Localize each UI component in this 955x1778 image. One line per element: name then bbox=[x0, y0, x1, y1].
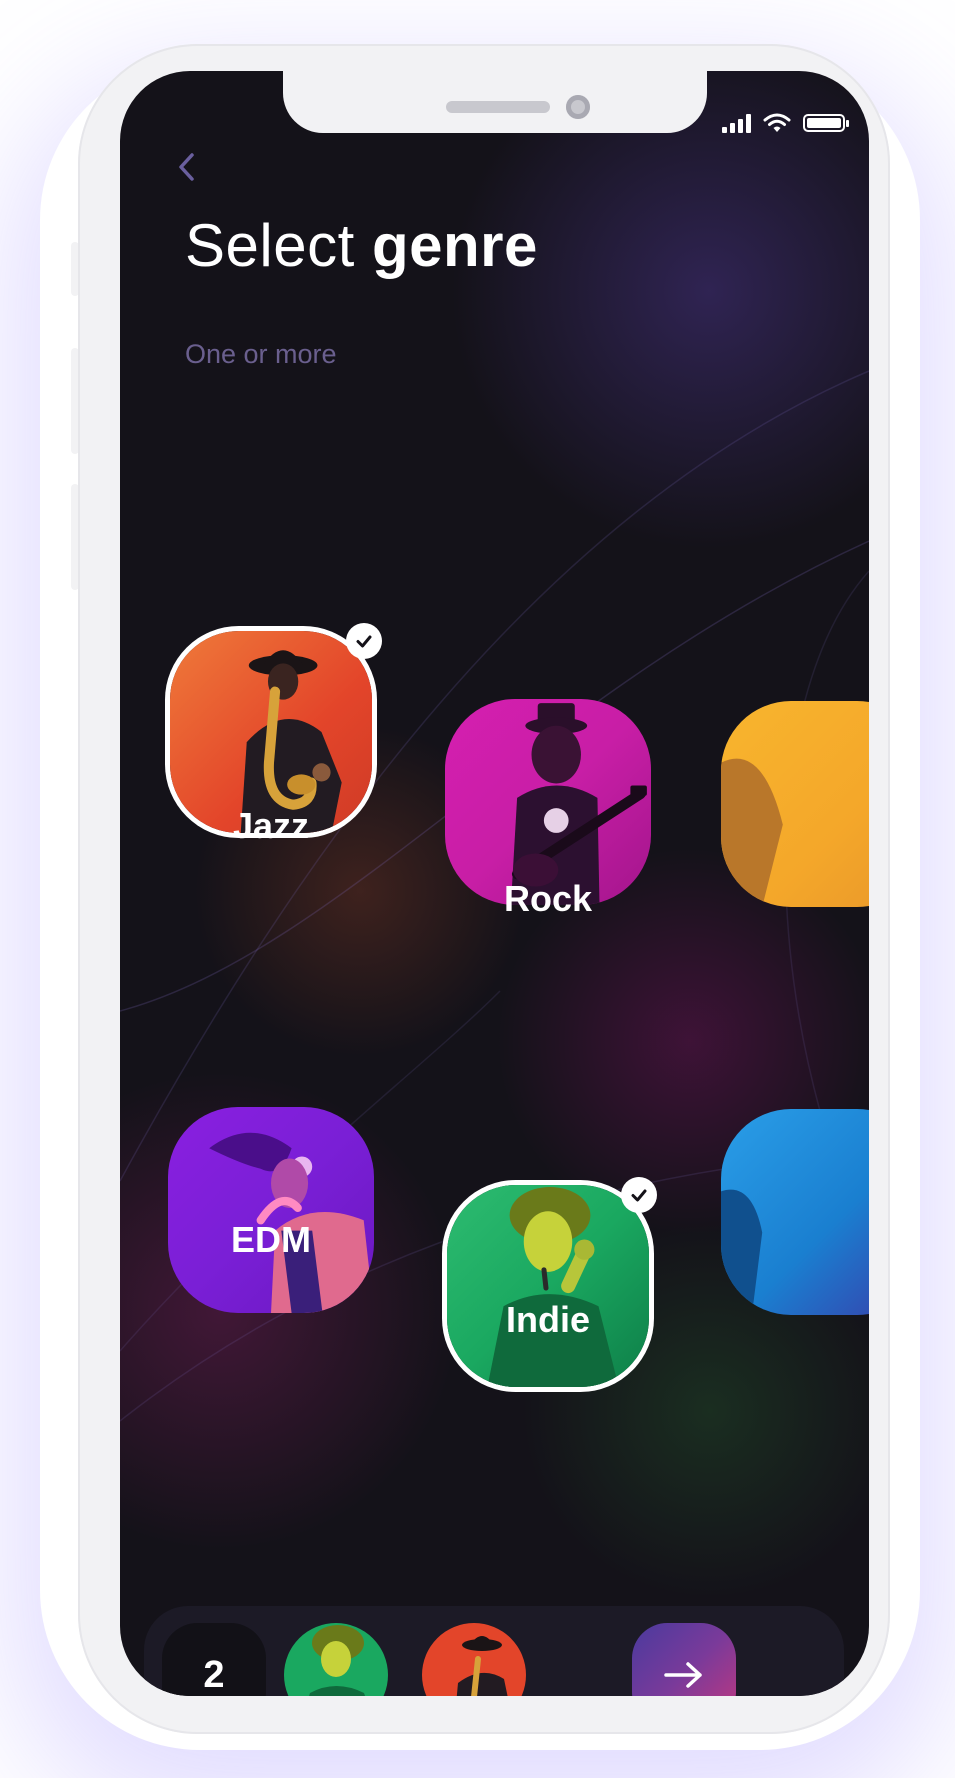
jazz-artwork bbox=[170, 631, 372, 833]
dj-dancer-icon bbox=[209, 1132, 374, 1313]
front-camera bbox=[566, 95, 590, 119]
indie-artwork bbox=[447, 1185, 649, 1387]
genre-artwork-partial bbox=[721, 1109, 869, 1315]
genre-label-jazz: Jazz bbox=[232, 805, 310, 846]
status-bar bbox=[722, 111, 849, 135]
app-screen: Select genre One or more Jazz Rock EDM I… bbox=[120, 71, 869, 1696]
genre-label-rock: Rock bbox=[503, 878, 593, 919]
genre-tile-indie[interactable] bbox=[447, 1177, 657, 1387]
battery-icon bbox=[803, 114, 849, 132]
rock-artwork bbox=[445, 699, 651, 905]
next-button[interactable] bbox=[632, 1623, 736, 1696]
genre-tile-jazz[interactable] bbox=[170, 623, 382, 833]
back-button[interactable] bbox=[170, 149, 206, 185]
wifi-icon bbox=[763, 113, 791, 132]
selected-check-icon bbox=[346, 623, 382, 659]
genre-artwork-partial bbox=[721, 701, 869, 907]
arrow-right-icon bbox=[664, 1662, 702, 1688]
edm-artwork bbox=[168, 1107, 374, 1313]
page-title: Select genre bbox=[185, 211, 538, 280]
singer-silhouette-icon bbox=[721, 1189, 763, 1315]
selected-check-icon bbox=[621, 1177, 657, 1213]
device-notch bbox=[283, 71, 707, 133]
selected-count-badge: 2 bbox=[162, 1623, 266, 1696]
genre-tile-partial[interactable] bbox=[721, 701, 869, 907]
genre-tile-edm[interactable] bbox=[168, 1107, 374, 1313]
guitar-player-icon bbox=[510, 703, 647, 905]
saxophone-player-icon bbox=[240, 650, 342, 833]
genre-label-indie: Indie bbox=[505, 1299, 590, 1340]
title-regular: Select bbox=[185, 212, 355, 279]
title-bold: genre bbox=[371, 212, 538, 279]
genre-label-edm: EDM bbox=[231, 1219, 311, 1260]
page-subtitle: One or more bbox=[185, 339, 337, 369]
singer-silhouette-icon bbox=[721, 758, 783, 907]
genre-tile-partial[interactable] bbox=[721, 1109, 869, 1315]
signal-icon bbox=[722, 113, 751, 133]
genre-tile-rock[interactable] bbox=[445, 699, 651, 905]
indie-singer-icon bbox=[487, 1187, 619, 1387]
speaker-grille bbox=[446, 101, 550, 113]
